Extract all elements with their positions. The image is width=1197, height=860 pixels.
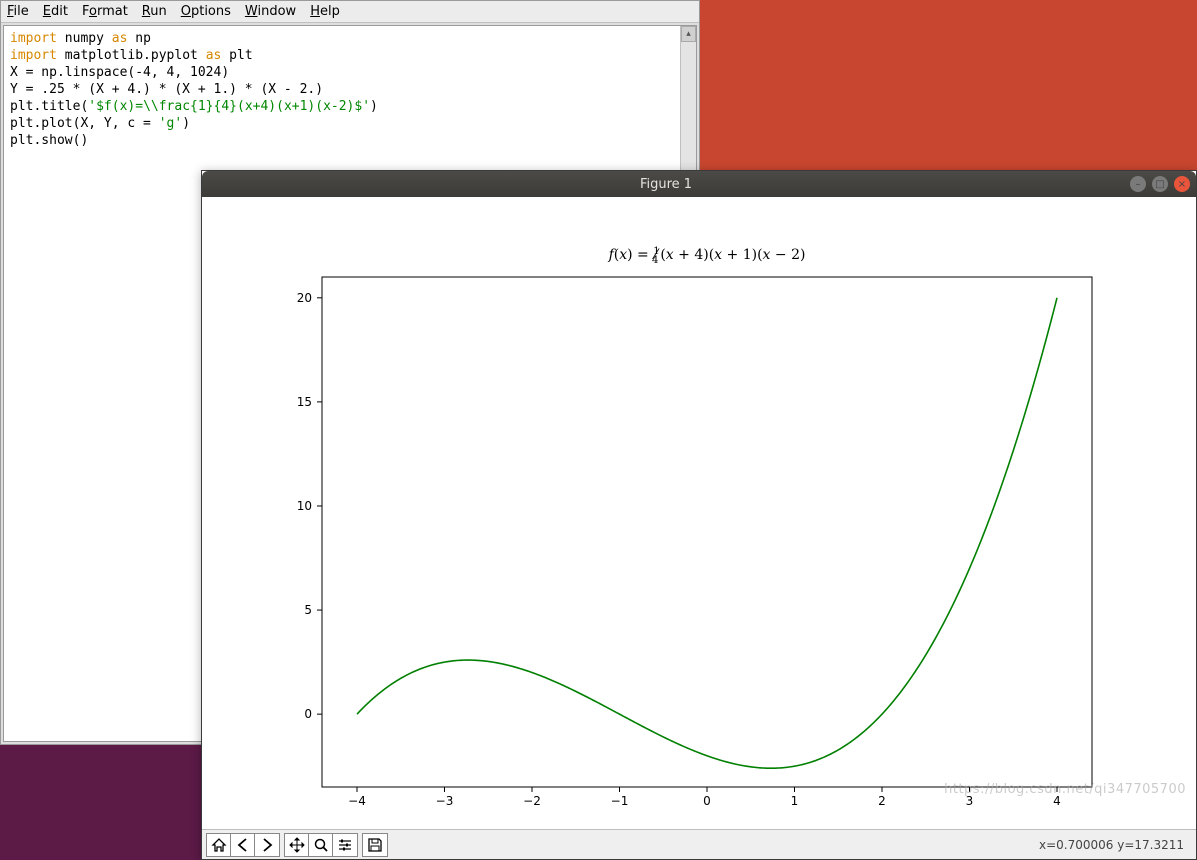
svg-text:0: 0 (304, 707, 312, 721)
forward-button[interactable] (255, 834, 279, 856)
svg-text:0: 0 (703, 794, 711, 808)
figure-window: Figure 1 – □ × f(x) = 1⁄4(x + 4)(x + 1)(… (201, 170, 1197, 860)
home-button[interactable] (207, 834, 231, 856)
scroll-up-icon[interactable]: ▴ (681, 26, 696, 42)
save-icon (367, 837, 383, 853)
minimize-icon[interactable]: – (1130, 176, 1146, 192)
svg-text:15: 15 (297, 395, 312, 409)
watermark-text: https://blog.csdn.net/qi347705700 (944, 782, 1186, 797)
figure-title: Figure 1 (208, 177, 1124, 192)
editor-menubar: File Edit Format Run Options Window Help (1, 1, 699, 23)
save-button[interactable] (363, 834, 387, 856)
back-button[interactable] (231, 834, 255, 856)
cursor-coords: x=0.700006 y=17.3211 (1039, 838, 1192, 852)
svg-text:20: 20 (297, 291, 312, 305)
desktop-background-right (700, 0, 1197, 170)
arrow-left-icon (235, 837, 251, 853)
menu-help[interactable]: Help (310, 4, 340, 19)
svg-text:f(x) = 1⁄4(x + 4)(x + 1)(x − 2: f(x) = 1⁄4(x + 4)(x + 1)(x − 2) (608, 246, 806, 266)
maximize-icon[interactable]: □ (1152, 176, 1168, 192)
pan-button[interactable] (285, 834, 309, 856)
svg-text:10: 10 (297, 499, 312, 513)
svg-text:5: 5 (304, 603, 312, 617)
menu-format[interactable]: Format (82, 4, 128, 19)
move-icon (289, 837, 305, 853)
menu-edit[interactable]: Edit (43, 4, 68, 19)
menu-window[interactable]: Window (245, 4, 296, 19)
figure-toolbar: x=0.700006 y=17.3211 (202, 829, 1196, 859)
arrow-right-icon (259, 837, 275, 853)
svg-text:−4: −4 (348, 794, 366, 808)
menu-file[interactable]: File (7, 4, 29, 19)
sliders-icon (337, 837, 353, 853)
svg-text:−2: −2 (523, 794, 541, 808)
plot-canvas[interactable]: f(x) = 1⁄4(x + 4)(x + 1)(x − 2) −4 −3 −2 −1 0… (202, 197, 1196, 829)
configure-button[interactable] (333, 834, 357, 856)
zoom-button[interactable] (309, 834, 333, 856)
figure-titlebar[interactable]: Figure 1 – □ × (202, 171, 1196, 197)
plot-area: f(x) = 1⁄4(x + 4)(x + 1)(x − 2) −4 −3 −2 −1 0… (202, 197, 1196, 829)
menu-run[interactable]: Run (142, 4, 167, 19)
home-icon (211, 837, 227, 853)
svg-text:2: 2 (878, 794, 886, 808)
menu-options[interactable]: Options (181, 4, 231, 19)
svg-text:1: 1 (791, 794, 799, 808)
svg-text:−1: −1 (611, 794, 629, 808)
zoom-icon (313, 837, 329, 853)
close-icon[interactable]: × (1174, 176, 1190, 192)
svg-text:−3: −3 (436, 794, 454, 808)
